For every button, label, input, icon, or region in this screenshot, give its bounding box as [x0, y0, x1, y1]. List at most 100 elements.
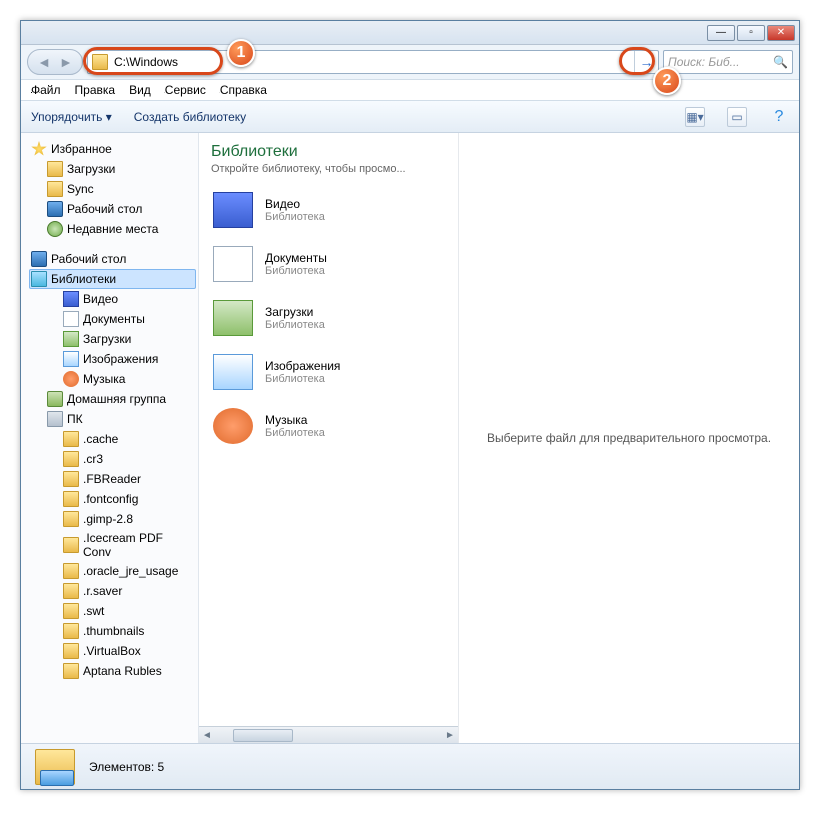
tree-desktop[interactable]: Рабочий стол — [29, 249, 196, 269]
folder-icon — [47, 181, 63, 197]
folder-icon — [63, 511, 79, 527]
music-icon — [63, 371, 79, 387]
content-heading: Библиотеки — [211, 143, 446, 161]
tree-label: Документы — [83, 312, 145, 326]
tree-label: .thumbnails — [83, 624, 144, 638]
item-type: Библиотека — [265, 211, 325, 223]
tree-pc-folder[interactable]: .gimp-2.8 — [29, 509, 196, 529]
tree-label: Избранное — [51, 142, 112, 156]
tree-label: ПК — [67, 412, 83, 426]
command-bar: Упорядочить ▾ Создать библиотеку ▦▾ ▭ ? — [21, 101, 799, 133]
body: Избранное Загрузки Sync Рабочий стол Нед… — [21, 133, 799, 743]
preview-pane-button[interactable]: ▭ — [727, 107, 747, 127]
minimize-button[interactable]: — — [707, 25, 735, 41]
maximize-button[interactable]: ▫ — [737, 25, 765, 41]
tree-item-sync[interactable]: Sync — [29, 179, 196, 199]
video-icon — [63, 291, 79, 307]
preview-empty-text: Выберите файл для предварительного просм… — [487, 431, 771, 445]
star-icon — [31, 141, 47, 157]
image-icon — [213, 354, 253, 390]
tree-pc-folder[interactable]: .FBReader — [29, 469, 196, 489]
item-name: Видео — [265, 197, 325, 211]
tree-label: Изображения — [83, 352, 158, 366]
library-item-dl[interactable]: ЗагрузкиБиблиотека — [211, 299, 446, 337]
scroll-left-icon[interactable]: ◄ — [199, 730, 215, 741]
tree-pc-folder[interactable]: .thumbnails — [29, 621, 196, 641]
callout-badge-1: 1 — [227, 39, 255, 67]
create-library-button[interactable]: Создать библиотеку — [134, 110, 246, 124]
horizontal-scrollbar[interactable]: ◄ ► — [199, 726, 458, 743]
menu-file[interactable]: Файл — [31, 83, 61, 97]
status-bar: Элементов: 5 — [21, 743, 799, 789]
tree-label: Видео — [83, 292, 118, 306]
tree-pc-folder[interactable]: .Icecream PDF Conv — [29, 529, 196, 561]
organize-button[interactable]: Упорядочить ▾ — [31, 110, 112, 124]
tree-homegroup[interactable]: Домашняя группа — [29, 389, 196, 409]
item-name: Музыка — [265, 413, 325, 427]
tree-pc-folder[interactable]: .oracle_jre_usage — [29, 561, 196, 581]
titlebar: — ▫ ✕ — [21, 21, 799, 45]
back-icon[interactable]: ◄ — [33, 54, 55, 70]
tree-pc-folder[interactable]: .fontconfig — [29, 489, 196, 509]
go-button[interactable]: → — [634, 51, 658, 73]
menu-tools[interactable]: Сервис — [165, 83, 206, 97]
scrollbar-thumb[interactable] — [233, 729, 293, 742]
menu-help[interactable]: Справка — [220, 83, 267, 97]
library-item-video[interactable]: ВидеоБиблиотека — [211, 191, 446, 229]
menu-bar: Файл Правка Вид Сервис Справка — [21, 79, 799, 101]
tree-favorites[interactable]: Избранное — [29, 139, 196, 159]
tree-label: .Icecream PDF Conv — [83, 531, 194, 559]
folder-icon — [63, 643, 79, 659]
tree-lib-img[interactable]: Изображения — [29, 349, 196, 369]
explorer-window: — ▫ ✕ ◄ ► → Поиск: Биб... 🔍 1 2 Файл Пра… — [20, 20, 800, 790]
tree-label: Aptana Rubles — [83, 664, 162, 678]
address-bar[interactable]: → — [87, 50, 659, 74]
tree-pc-folder[interactable]: .VirtualBox — [29, 641, 196, 661]
view-mode-button[interactable]: ▦▾ — [685, 107, 705, 127]
item-name: Документы — [265, 251, 327, 265]
tree-item-recent[interactable]: Недавние места — [29, 219, 196, 239]
library-item-docs[interactable]: ДокументыБиблиотека — [211, 245, 446, 283]
tree-pc[interactable]: ПК — [29, 409, 196, 429]
tree-lib-music[interactable]: Музыка — [29, 369, 196, 389]
tree-pc-folder[interactable]: Aptana Rubles — [29, 661, 196, 681]
folder-icon — [63, 623, 79, 639]
tree-label: .FBReader — [83, 472, 141, 486]
library-item-img[interactable]: ИзображенияБиблиотека — [211, 353, 446, 391]
item-type: Библиотека — [265, 265, 327, 277]
forward-icon[interactable]: ► — [55, 54, 77, 70]
tree-label: .cache — [83, 432, 118, 446]
address-input[interactable] — [112, 53, 634, 71]
tree-label: .VirtualBox — [83, 644, 141, 658]
close-button[interactable]: ✕ — [767, 25, 795, 41]
content-subheading: Откройте библиотеку, чтобы просмо... — [211, 163, 446, 175]
download-icon — [63, 331, 79, 347]
navigation-tree[interactable]: Избранное Загрузки Sync Рабочий стол Нед… — [21, 133, 199, 743]
tree-item-desktop-fav[interactable]: Рабочий стол — [29, 199, 196, 219]
tree-lib-docs[interactable]: Документы — [29, 309, 196, 329]
help-button[interactable]: ? — [769, 107, 789, 127]
tree-label: .cr3 — [83, 452, 103, 466]
homegroup-icon — [47, 391, 63, 407]
search-placeholder: Поиск: Биб... — [668, 55, 740, 69]
tree-pc-folder[interactable]: .cr3 — [29, 449, 196, 469]
tree-label: Недавние места — [67, 222, 158, 236]
tree-label: Рабочий стол — [67, 202, 142, 216]
tree-pc-folder[interactable]: .swt — [29, 601, 196, 621]
item-type: Библиотека — [265, 427, 325, 439]
back-forward-buttons[interactable]: ◄ ► — [27, 49, 83, 75]
image-icon — [63, 351, 79, 367]
scroll-right-icon[interactable]: ► — [442, 730, 458, 741]
tree-item-downloads[interactable]: Загрузки — [29, 159, 196, 179]
tree-lib-dl[interactable]: Загрузки — [29, 329, 196, 349]
status-item-count: Элементов: 5 — [89, 760, 164, 774]
tree-lib-video[interactable]: Видео — [29, 289, 196, 309]
tree-pc-folder[interactable]: .r.saver — [29, 581, 196, 601]
folder-icon — [63, 451, 79, 467]
tree-libraries[interactable]: Библиотеки — [29, 269, 196, 289]
menu-view[interactable]: Вид — [129, 83, 151, 97]
menu-edit[interactable]: Правка — [75, 83, 116, 97]
library-item-music[interactable]: МузыкаБиблиотека — [211, 407, 446, 445]
search-box[interactable]: Поиск: Биб... 🔍 — [663, 50, 793, 74]
tree-pc-folder[interactable]: .cache — [29, 429, 196, 449]
